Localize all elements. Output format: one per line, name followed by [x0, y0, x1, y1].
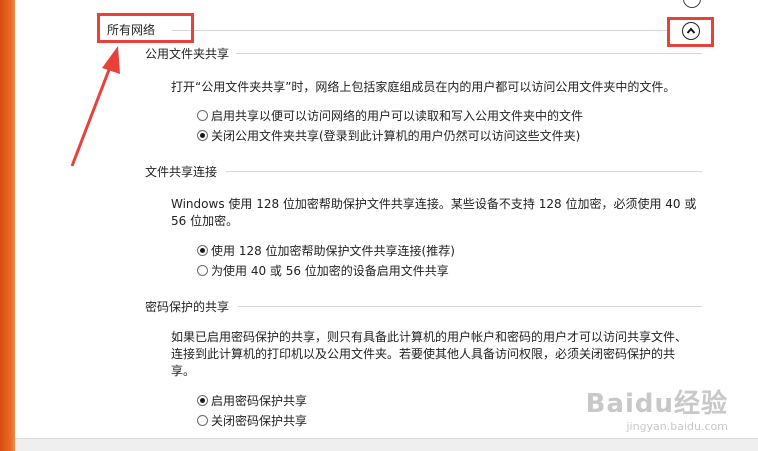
radio-40-56-bit-encryption[interactable]: 为使用 40 或 56 位加密的设备启用文件共享 [197, 262, 449, 279]
radio-enable-password-sharing[interactable]: 启用密码保护共享 [197, 392, 307, 409]
radio-button[interactable] [197, 110, 208, 121]
radio-enable-public-sharing[interactable]: 启用共享以便可以访问网络的用户可以读取和写入公用文件夹中的文件 [197, 107, 583, 124]
collapse-previous-group-icon[interactable] [683, 0, 701, 8]
radio-label: 为使用 40 或 56 位加密的设备启用文件共享 [211, 264, 449, 278]
section-title-password-sharing: 密码保护的共享 [145, 300, 230, 314]
radio-label: 启用共享以便可以访问网络的用户可以读取和写入公用文件夹中的文件 [211, 109, 584, 123]
window-left-edge [0, 0, 15, 451]
radio-label: 使用 128 位加密帮助保护文件共享连接(推荐) [211, 244, 455, 258]
radio-label: 启用密码保护共享 [211, 394, 308, 408]
watermark-brand: Baidu经验 [585, 389, 728, 419]
radio-disable-password-sharing[interactable]: 关闭密码保护共享 [197, 412, 307, 429]
section-title-public-folder: 公用文件夹共享 [145, 47, 230, 61]
group-divider [172, 30, 670, 31]
radio-label: 关闭公用文件夹共享(登录到此计算机的用户仍然可以访问这些文件夹) [211, 129, 581, 143]
password-sharing-description-line1: 如果已启用密码保护的共享，则只有具备此计算机的用户帐户和密码的用户才可以访问共享… [171, 330, 688, 344]
baidu-watermark: Baidu经验 jingyan.baidu.com [586, 383, 728, 433]
annotation-box-title [97, 13, 194, 43]
section-title-file-sharing: 文件共享连接 [145, 165, 218, 179]
section-divider [226, 171, 702, 172]
file-sharing-description-line2: 56 位加密。 [171, 214, 239, 228]
radio-label: 关闭密码保护共享 [211, 414, 308, 428]
public-folder-description: 打开“公用文件夹共享”时，网络上包括家庭组成员在内的用户都可以访问公用文件夹中的… [171, 80, 676, 94]
password-sharing-description-line3: 享。 [171, 364, 196, 378]
radio-button-selected[interactable] [197, 395, 208, 406]
watermark-url: jingyan.baidu.com [626, 420, 728, 433]
section-divider [238, 306, 702, 307]
radio-button-selected[interactable] [197, 245, 208, 256]
radio-button[interactable] [197, 415, 208, 426]
password-sharing-description-line2: 连接到此计算机的打印机以及公用文件夹。若要使其他人具备访问权限，必须关闭密码保护… [171, 347, 676, 361]
radio-button-selected[interactable] [197, 130, 208, 141]
file-sharing-description-line1: Windows 使用 128 位加密帮助保护文件共享连接。某些设备不支持 128… [171, 197, 697, 211]
annotation-box-collapse [667, 17, 714, 47]
radio-disable-public-sharing[interactable]: 关闭公用文件夹共享(登录到此计算机的用户仍然可以访问这些文件夹) [197, 127, 580, 144]
annotation-arrow [70, 46, 120, 167]
radio-button[interactable] [197, 265, 208, 276]
radio-128-bit-encryption[interactable]: 使用 128 位加密帮助保护文件共享连接(推荐) [197, 242, 455, 259]
bottom-action-bar [15, 438, 758, 451]
section-divider [236, 53, 702, 54]
